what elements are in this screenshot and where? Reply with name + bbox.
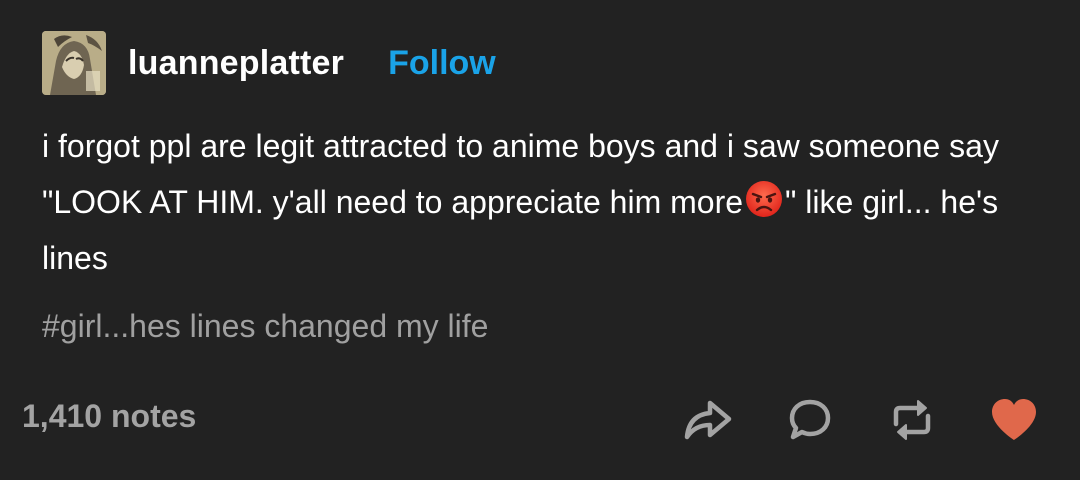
follow-button[interactable]: Follow bbox=[388, 44, 496, 83]
heart-icon[interactable] bbox=[986, 392, 1042, 448]
angry-face-emoji-icon bbox=[744, 179, 784, 219]
notes-count[interactable]: 1,410 notes bbox=[22, 398, 196, 435]
reply-icon[interactable] bbox=[782, 392, 838, 448]
post-tags[interactable]: #girl...hes lines changed my life bbox=[42, 308, 488, 345]
post-header: luanneplatter Follow bbox=[42, 31, 496, 95]
post-actions bbox=[634, 390, 1042, 450]
share-icon[interactable] bbox=[680, 392, 736, 448]
avatar[interactable] bbox=[42, 31, 106, 95]
post-body: i forgot ppl are legit attracted to anim… bbox=[42, 118, 1042, 286]
post-card: luanneplatter Follow i forgot ppl are le… bbox=[0, 0, 1080, 480]
post-footer: 1,410 notes bbox=[22, 390, 1042, 450]
username[interactable]: luanneplatter bbox=[128, 44, 344, 83]
reblog-icon[interactable] bbox=[884, 392, 940, 448]
